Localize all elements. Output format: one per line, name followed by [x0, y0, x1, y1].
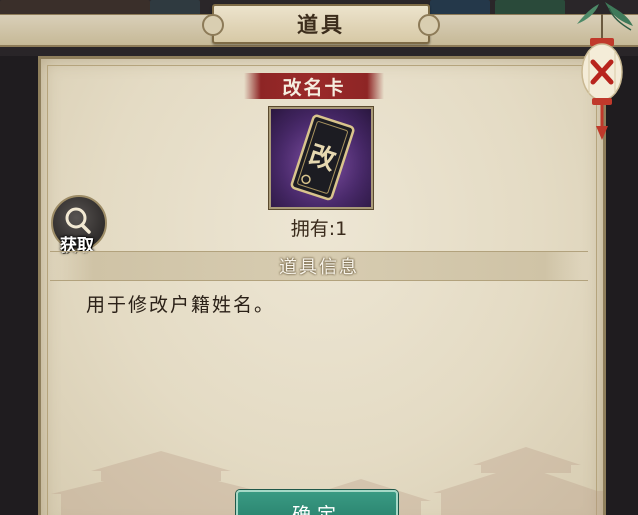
- item-name-ribbon: 改名卡: [244, 73, 384, 99]
- acquire-button[interactable]: 获取: [47, 195, 107, 257]
- rename-card-icon: 改: [269, 107, 373, 209]
- header-plate: 道具: [202, 4, 440, 44]
- page-title: 道具: [297, 12, 345, 37]
- owned-count: 拥有:1: [290, 218, 348, 240]
- item-detail-screen: 道具 改名卡 改 拥有:1 获取 道具信息 用于修改户籍姓名。 确定: [0, 0, 638, 515]
- item-name: 改名卡: [282, 76, 346, 99]
- left-backdrop: [0, 56, 38, 515]
- lantern-close-icon[interactable]: [565, 0, 635, 150]
- section-header: 道具信息: [50, 251, 588, 281]
- confirm-button[interactable]: 确定: [236, 490, 398, 515]
- section-title: 道具信息: [279, 257, 359, 278]
- item-description: 用于修改户籍姓名。: [86, 294, 276, 316]
- confirm-label: 确定: [291, 504, 342, 515]
